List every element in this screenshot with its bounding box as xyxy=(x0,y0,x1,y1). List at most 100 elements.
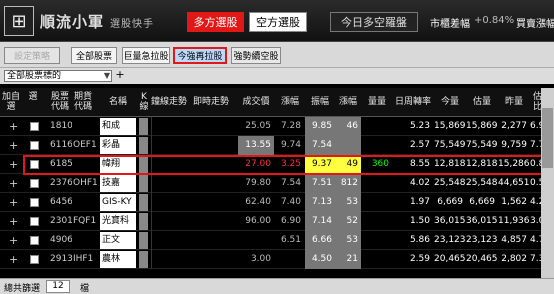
col-yest[interactable]: 昨量 xyxy=(498,97,530,107)
cell-amp: 4.50 xyxy=(305,250,335,269)
rebound-button[interactable]: 今強再拉股 xyxy=(173,47,227,64)
col-k[interactable]: K線 xyxy=(139,92,149,112)
col-amp[interactable]: 振幅 xyxy=(305,97,335,107)
strong-short-button[interactable]: 強勢續空股 xyxy=(231,47,281,64)
col-turnover[interactable]: 日周轉率 xyxy=(393,97,433,107)
cell-ratio: 7.30 xyxy=(530,254,541,264)
col-change[interactable]: 漲幅 xyxy=(276,97,304,107)
table-row[interactable]: + 正文 4906 6.51 6.66 53 5.86 23,123 23,123 4,857 4.… xyxy=(0,231,554,250)
col-name[interactable]: 名稱 xyxy=(100,97,136,107)
row-checkbox[interactable] xyxy=(30,198,39,207)
cell-code: 4906 xyxy=(50,235,72,245)
cell-today: 23,123 xyxy=(434,235,466,245)
vertical-scrollbar[interactable] xyxy=(541,88,554,278)
add-watchlist-icon[interactable]: + xyxy=(9,155,18,174)
stock-name[interactable]: 幃翔 xyxy=(100,156,136,173)
volume-surge-button[interactable]: 巨量急拉股 xyxy=(122,47,170,64)
col-est[interactable]: 估量 xyxy=(466,97,498,107)
kline-chart xyxy=(151,231,186,250)
stock-filter-select[interactable]: 全部股票標的 ▼ xyxy=(4,70,112,82)
cell-vol xyxy=(362,231,392,250)
realtime-chart xyxy=(187,193,235,212)
cell-est: 6,669 xyxy=(469,197,495,207)
table-row[interactable]: + 光寶科 2301 FQF1 96.00 6.90 7.14 52 1.50 36,015 36,… xyxy=(0,212,554,231)
add-watchlist-icon[interactable]: + xyxy=(9,193,18,212)
cell-turn: 5.86 xyxy=(409,235,430,245)
col-realtime[interactable]: 即時走勢 xyxy=(187,97,235,107)
cell-up: 53 xyxy=(335,193,361,212)
row-checkbox[interactable] xyxy=(30,141,39,150)
table-row[interactable]: + 和成 1810 25.05 7.28 9.85 46 5.23 15,869 15,869 2,… xyxy=(0,117,554,136)
cell-turn: 1.97 xyxy=(409,197,430,207)
kline-chart xyxy=(151,155,186,174)
bear-select-button[interactable]: 空方選股 xyxy=(249,12,307,32)
table-row[interactable]: + 技嘉 2376 OHF1 79.80 7.54 7.51 812 4.02 25,548 25,… xyxy=(0,174,554,193)
cell-vol xyxy=(362,193,392,212)
realtime-chart xyxy=(187,174,235,193)
stock-name[interactable]: 技嘉 xyxy=(100,175,136,192)
cell-today: 75,549 xyxy=(434,140,466,150)
cell-est: 36,015 xyxy=(466,216,498,226)
k-mark xyxy=(139,251,148,268)
add-watchlist-icon[interactable]: + xyxy=(9,231,18,250)
add-watchlist-icon[interactable]: + xyxy=(9,250,18,269)
col-fut[interactable]: 期貨代碼 xyxy=(73,92,93,112)
cell-code: 2376 xyxy=(50,178,72,188)
cell-price: 3.00 xyxy=(250,254,271,264)
stock-name[interactable]: GIS-KY xyxy=(100,194,136,211)
cell-chg: 7.54 xyxy=(280,178,301,188)
kline-chart xyxy=(151,212,186,231)
stock-name[interactable]: 光寶科 xyxy=(100,213,136,230)
row-checkbox[interactable] xyxy=(30,122,39,131)
table-row[interactable]: + 農林 2913 IHF1 3.00 4.50 21 2.59 20,465 20,465 2,8… xyxy=(0,250,554,269)
cell-today: 25,548 xyxy=(434,178,466,188)
col-select[interactable]: 選 xyxy=(27,92,39,102)
col-today[interactable]: 今量 xyxy=(434,97,466,107)
row-checkbox[interactable] xyxy=(30,255,39,264)
kline-chart xyxy=(151,174,186,193)
table-row[interactable]: + GIS-KY 6456 62.40 7.40 7.13 53 1.97 6,669 6,669… xyxy=(0,193,554,212)
add-watchlist-icon[interactable]: + xyxy=(9,174,18,193)
row-checkbox[interactable] xyxy=(30,217,39,226)
cell-est: 20,465 xyxy=(466,254,498,264)
market-diff-value: +0.84% xyxy=(474,15,515,26)
cell-yest: 44,651 xyxy=(498,178,530,188)
add-filter-button[interactable]: + xyxy=(114,69,126,82)
all-stocks-button[interactable]: 全部股票 xyxy=(71,47,117,64)
add-watchlist-icon[interactable]: + xyxy=(9,117,18,136)
cell-fut xyxy=(73,117,99,136)
kline-chart xyxy=(151,117,186,136)
add-watchlist-icon[interactable]: + xyxy=(9,136,18,155)
cell-ratio: 6.97 xyxy=(530,121,541,131)
col-kline[interactable]: 鐘線走勢 xyxy=(151,97,187,107)
col-code[interactable]: 股票代碼 xyxy=(50,92,70,112)
stock-name[interactable]: 正文 xyxy=(100,232,136,249)
row-checkbox[interactable] xyxy=(30,236,39,245)
stock-name[interactable]: 農林 xyxy=(100,251,136,268)
stock-name[interactable]: 彩晶 xyxy=(100,137,136,154)
realtime-chart xyxy=(187,231,235,250)
cell-yest: 4,857 xyxy=(501,235,527,245)
add-watchlist-icon[interactable]: + xyxy=(9,212,18,231)
scroll-thumb[interactable] xyxy=(542,108,553,168)
col-price[interactable]: 成交價 xyxy=(238,97,274,107)
app-title: 順流小軍 xyxy=(40,13,105,31)
cell-yest: 11,936 xyxy=(498,216,530,226)
col-vol[interactable]: 量量 xyxy=(362,97,392,107)
settings-button[interactable]: 設定策略 xyxy=(4,47,60,64)
cell-price: 96.00 xyxy=(245,216,271,226)
cell-turn: 2.59 xyxy=(409,254,430,264)
today-compass-button[interactable]: 今日多空羅盤 xyxy=(330,12,418,32)
table-row[interactable]: + 幃翔 6185 27.00 3.25 9.37 49 360 8.55 12,818 12,81… xyxy=(0,155,554,174)
row-checkbox[interactable] xyxy=(30,160,39,169)
cell-amp: 7.51 xyxy=(305,174,335,193)
bull-select-button[interactable]: 多方選股 xyxy=(187,12,244,32)
table-row[interactable]: + 彩晶 6116 OEF1 13.55 9.74 7.54 2.57 75,549 75,549… xyxy=(0,136,554,155)
cell-today: 6,669 xyxy=(437,197,463,207)
col-up[interactable]: 漲幅 xyxy=(335,97,361,107)
cell-yest: 15,286 xyxy=(498,159,530,169)
cell-up: 21 xyxy=(335,250,361,269)
col-add[interactable]: 加自選 xyxy=(2,92,20,112)
stock-name[interactable]: 和成 xyxy=(100,118,136,135)
row-checkbox[interactable] xyxy=(30,179,39,188)
